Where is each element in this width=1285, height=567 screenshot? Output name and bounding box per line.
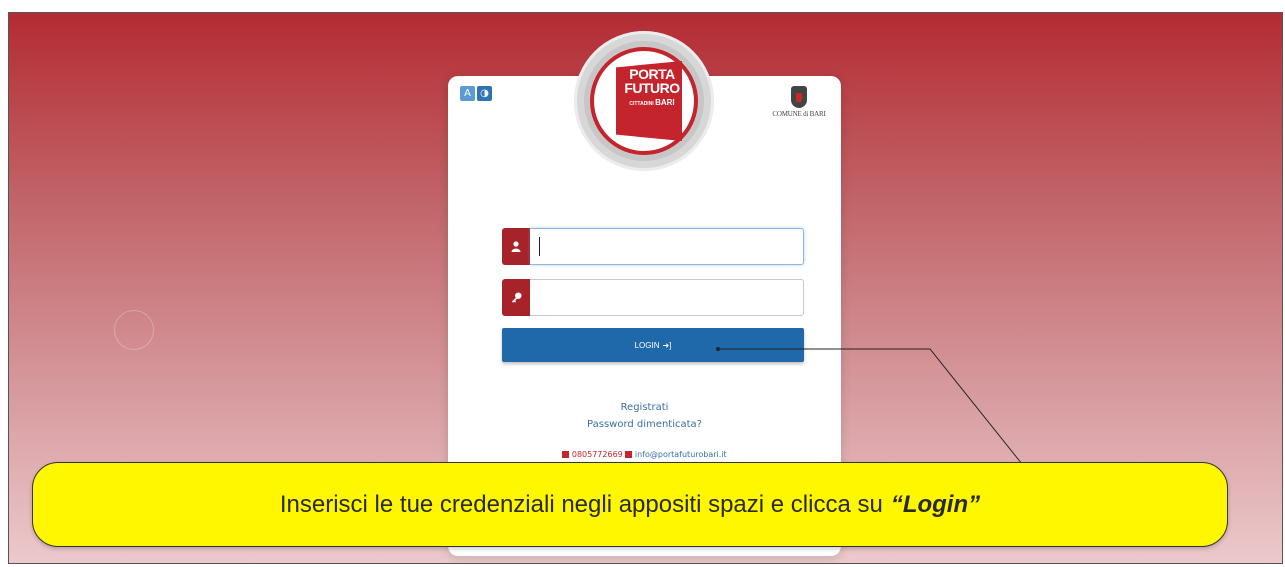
instruction-callout: Inserisci le tue credenziali negli appos… <box>32 462 1228 547</box>
key-icon <box>502 279 530 316</box>
username-input[interactable] <box>530 228 804 265</box>
login-button[interactable]: LOGIN ➜] <box>502 328 804 362</box>
password-field[interactable] <box>502 279 804 316</box>
coat-of-arms-icon <box>791 86 807 108</box>
decorative-circle <box>114 310 154 350</box>
contact-email[interactable]: info@portafuturobari.it <box>635 450 727 459</box>
callout-text: Inserisci le tue credenziali negli appos… <box>279 490 883 518</box>
accessibility-toolbar: A ◑ <box>460 86 492 101</box>
password-input[interactable] <box>530 279 804 316</box>
contact-phone: 0805772669 <box>571 450 623 459</box>
porta-futuro-logo: PORTA FUTURO CITTADINI BARI <box>574 31 714 171</box>
user-icon <box>502 228 530 265</box>
callout-highlight: “Login” <box>890 490 981 518</box>
contact-info: 0805772669 info@portafuturobari.it <box>448 450 841 459</box>
contrast-button[interactable]: ◑ <box>477 86 492 101</box>
font-size-button[interactable]: A <box>460 86 475 101</box>
comune-logo: COMUNE di BARI <box>769 86 829 118</box>
sign-in-icon: ➜] <box>662 340 672 350</box>
text-caret <box>539 237 540 256</box>
username-field[interactable] <box>502 228 804 265</box>
logo-text: PORTA FUTURO CITTADINI BARI <box>624 66 680 107</box>
phone-icon <box>562 451 570 458</box>
email-icon <box>625 451 633 458</box>
login-button-label: LOGIN <box>634 340 660 350</box>
register-link[interactable]: Registrati <box>448 399 841 416</box>
forgot-password-link[interactable]: Password dimenticata? <box>448 416 841 433</box>
comune-label: COMUNE di BARI <box>772 110 826 118</box>
auth-links: Registrati Password dimenticata? <box>448 399 841 433</box>
